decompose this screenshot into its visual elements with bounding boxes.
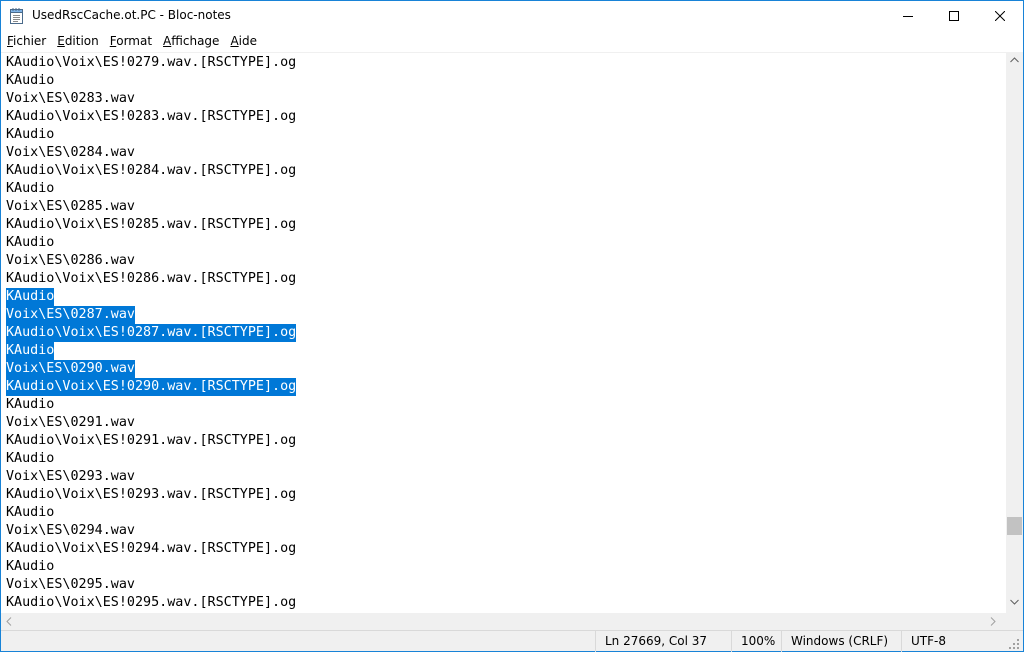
line-text: KAudio\Voix\ES!0291.wav.[RSCTYPE].og	[6, 433, 297, 448]
scroll-up-arrow-icon[interactable]	[1010, 57, 1019, 63]
minimize-icon	[903, 16, 913, 17]
line-text: KAudio\Voix\ES!0294.wav.[RSCTYPE].og	[6, 541, 297, 556]
line-text: Voix\ES\0294.wav	[6, 523, 135, 538]
text-line[interactable]: Voix\ES\0295.wav	[6, 576, 296, 594]
text-line[interactable]: KAudio\Voix\ES!0283.wav.[RSCTYPE].og	[6, 108, 296, 126]
line-text: KAudio\Voix\ES!0293.wav.[RSCTYPE].og	[6, 487, 297, 502]
scroll-right-arrow-icon[interactable]	[990, 617, 996, 626]
line-text: KAudio	[6, 181, 55, 196]
zoom-level: 100%	[731, 631, 781, 652]
line-text: KAudio\Voix\ES!0290.wav.[RSCTYPE].og	[6, 378, 297, 396]
menu-bar: Fichier Edition Format Affichage Aide	[1, 31, 1023, 52]
text-line[interactable]: KAudio\Voix\ES!0291.wav.[RSCTYPE].og	[6, 432, 296, 450]
text-line[interactable]: KAudio	[6, 234, 296, 252]
notepad-window: UsedRscCache.ot.PC - Bloc-notes Fichier …	[0, 0, 1024, 652]
vertical-scroll-thumb[interactable]	[1007, 517, 1022, 535]
scroll-left-arrow-icon[interactable]	[6, 617, 12, 626]
text-line[interactable]: Voix\ES\0283.wav	[6, 90, 296, 108]
menu-edition[interactable]: Edition	[51, 31, 104, 52]
line-text: Voix\ES\0284.wav	[6, 145, 135, 160]
selected-text-line[interactable]: KAudio	[6, 288, 296, 306]
text-line[interactable]: Voix\ES\0293.wav	[6, 468, 296, 486]
selected-text-line[interactable]: KAudio\Voix\ES!0287.wav.[RSCTYPE].og	[6, 324, 297, 342]
selected-text-line[interactable]: Voix\ES\0287.wav	[6, 306, 296, 324]
text-line[interactable]: KAudio	[6, 72, 296, 90]
menu-fichier[interactable]: Fichier	[1, 31, 51, 52]
selected-text-line[interactable]: KAudio	[6, 342, 296, 360]
line-text: KAudio	[6, 342, 55, 360]
close-icon	[995, 11, 1005, 21]
line-text: Voix\ES\0287.wav	[6, 306, 135, 324]
close-button[interactable]	[977, 1, 1023, 31]
line-text: KAudio\Voix\ES!0279.wav.[RSCTYPE].og	[6, 55, 297, 70]
window-title: UsedRscCache.ot.PC - Bloc-notes	[32, 8, 231, 22]
text-line[interactable]: KAudio\Voix\ES!0284.wav.[RSCTYPE].og	[6, 162, 296, 180]
line-text: KAudio	[6, 73, 55, 88]
resize-grip-icon[interactable]	[1009, 639, 1020, 650]
line-text: KAudio	[6, 235, 55, 250]
line-text: Voix\ES\0283.wav	[6, 91, 135, 106]
status-bar: Ln 27669, Col 37 100% Windows (CRLF) UTF…	[1, 630, 1023, 652]
text-line[interactable]: Voix\ES\0294.wav	[6, 522, 296, 540]
editor-lines: KAudio\Voix\ES!0279.wav.[RSCTYPE].og KAud…	[6, 54, 297, 612]
line-text: Voix\ES\0286.wav	[6, 253, 135, 268]
selected-text-line[interactable]: Voix\ES\0290.wav	[6, 360, 296, 378]
text-line[interactable]: KAudio	[6, 558, 296, 576]
encoding: UTF-8	[901, 631, 1023, 652]
selected-text-line[interactable]: KAudio\Voix\ES!0290.wav.[RSCTYPE].og	[6, 378, 297, 396]
cursor-position: Ln 27669, Col 37	[595, 631, 731, 652]
text-line[interactable]: KAudio\Voix\ES!0293.wav.[RSCTYPE].og	[6, 486, 296, 504]
text-line[interactable]: Voix\ES\0285.wav	[6, 198, 296, 216]
text-line[interactable]: Voix\ES\0284.wav	[6, 144, 296, 162]
line-ending: Windows (CRLF)	[781, 631, 901, 652]
maximize-icon	[949, 11, 959, 21]
line-text: Voix\ES\0290.wav	[6, 360, 135, 378]
text-line[interactable]: KAudio	[6, 450, 296, 468]
text-line[interactable]: KAudio\Voix\ES!0286.wav.[RSCTYPE].og	[6, 270, 296, 288]
horizontal-scrollbar[interactable]	[1, 613, 1006, 630]
minimize-button[interactable]	[885, 1, 931, 31]
menu-format[interactable]: Format	[104, 31, 157, 52]
line-text: Voix\ES\0285.wav	[6, 199, 135, 214]
text-line[interactable]: KAudio\Voix\ES!0295.wav.[RSCTYPE].og	[6, 594, 296, 612]
scrollbar-corner	[1006, 613, 1023, 630]
line-text: KAudio	[6, 288, 55, 306]
line-text: KAudio\Voix\ES!0287.wav.[RSCTYPE].og	[6, 324, 297, 342]
line-text: KAudio\Voix\ES!0286.wav.[RSCTYPE].og	[6, 271, 297, 286]
text-line[interactable]: KAudio	[6, 504, 296, 522]
text-line[interactable]: KAudio	[6, 126, 296, 144]
text-line[interactable]: KAudio	[6, 180, 296, 198]
line-text: KAudio\Voix\ES!0283.wav.[RSCTYPE].og	[6, 109, 297, 124]
line-text: KAudio\Voix\ES!0285.wav.[RSCTYPE].og	[6, 217, 297, 232]
notepad-icon[interactable]	[10, 8, 24, 24]
line-text: KAudio\Voix\ES!0284.wav.[RSCTYPE].og	[6, 163, 297, 178]
menu-aide[interactable]: Aide	[224, 31, 262, 52]
vertical-scrollbar[interactable]	[1006, 52, 1023, 613]
text-line[interactable]: KAudio	[6, 396, 296, 414]
text-editor[interactable]: KAudio\Voix\ES!0279.wav.[RSCTYPE].og KAud…	[1, 52, 1006, 613]
text-line[interactable]: Voix\ES\0286.wav	[6, 252, 296, 270]
line-text: KAudio	[6, 127, 55, 142]
title-bar[interactable]: UsedRscCache.ot.PC - Bloc-notes	[1, 1, 1023, 31]
line-text: KAudio	[6, 505, 55, 520]
text-line[interactable]: KAudio\Voix\ES!0285.wav.[RSCTYPE].og	[6, 216, 296, 234]
line-text: Voix\ES\0291.wav	[6, 415, 135, 430]
line-text: KAudio	[6, 397, 55, 412]
text-line[interactable]: KAudio\Voix\ES!0294.wav.[RSCTYPE].og	[6, 540, 296, 558]
menu-affichage[interactable]: Affichage	[157, 31, 224, 52]
line-text: KAudio	[6, 451, 55, 466]
line-text: Voix\ES\0293.wav	[6, 469, 135, 484]
line-text: Voix\ES\0295.wav	[6, 577, 135, 592]
text-line[interactable]: Voix\ES\0291.wav	[6, 414, 296, 432]
line-text: KAudio	[6, 559, 55, 574]
maximize-button[interactable]	[931, 1, 977, 31]
text-line[interactable]: KAudio\Voix\ES!0279.wav.[RSCTYPE].og	[6, 54, 296, 72]
scroll-down-arrow-icon[interactable]	[1010, 599, 1019, 605]
line-text: KAudio\Voix\ES!0295.wav.[RSCTYPE].og	[6, 595, 297, 610]
